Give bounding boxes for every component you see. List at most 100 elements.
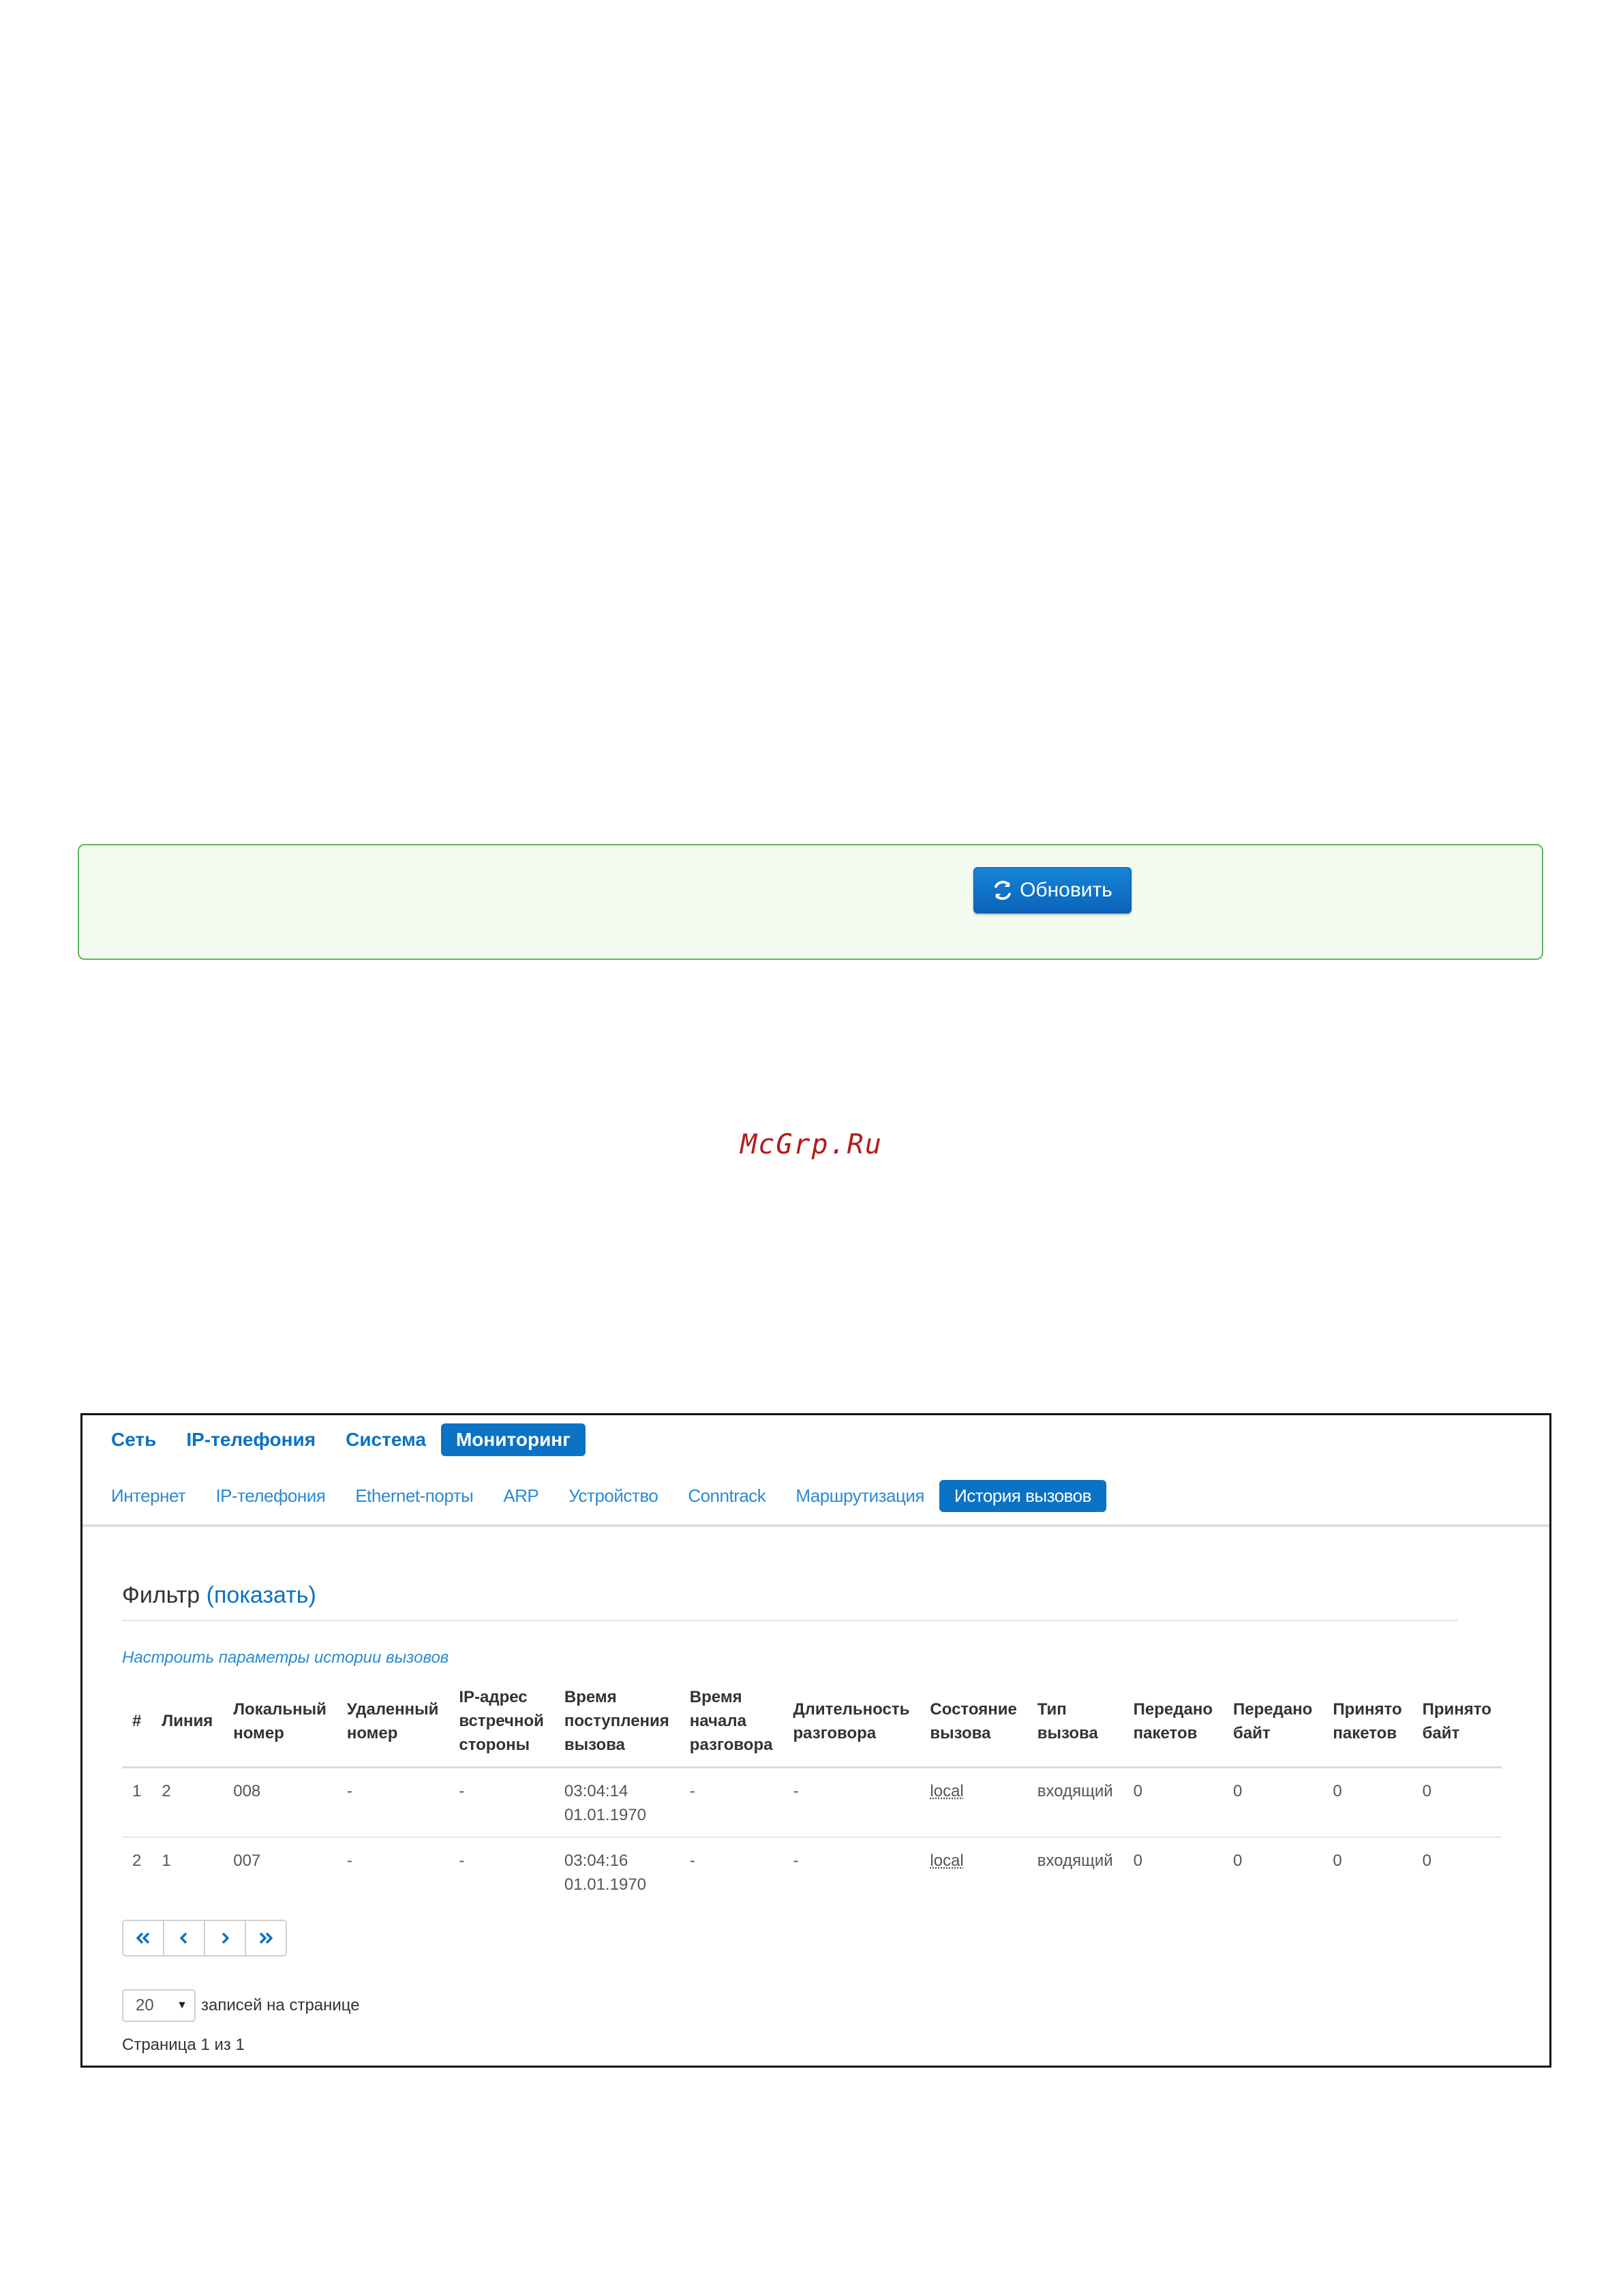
column-header-text: стороны [459, 1736, 530, 1754]
nav-divider [82, 1524, 1549, 1527]
per-page-select[interactable]: 20 ▼ [122, 1989, 196, 2022]
column-header-text: Локальный [233, 1700, 327, 1719]
column-header-text: Удаленный [346, 1700, 439, 1719]
table-cell: - [680, 1837, 783, 1906]
column-header: Длительность разговора [783, 1682, 920, 1768]
table-cell: входящий [1027, 1837, 1123, 1906]
watermark: McGrp.Ru [740, 1129, 883, 1160]
column-header: Время начала разговора [680, 1682, 783, 1768]
cell-text: 2 [132, 1852, 142, 1870]
table-cell: - [449, 1837, 554, 1906]
cell-text: 0 [1422, 1852, 1431, 1870]
column-header-text: пакетов [1333, 1723, 1397, 1742]
pagination [122, 1920, 287, 1957]
column-header-text: Время [689, 1688, 742, 1706]
column-header-text: разговора [793, 1723, 877, 1742]
cell-text: 008 [233, 1782, 261, 1800]
column-header-text: встречной [459, 1712, 544, 1730]
column-header: Передано пакетов [1123, 1682, 1223, 1768]
column-header-text: вызова [1037, 1723, 1098, 1742]
table-cell: 0 [1412, 1837, 1502, 1906]
table-cell: 03:04:16 01.01.1970 [554, 1837, 680, 1906]
table-cell: 2 [122, 1837, 151, 1906]
tab-conntrack[interactable]: Conntrack [673, 1480, 780, 1512]
double-chevron-right-icon [259, 1932, 273, 1944]
column-header: Локальный номер [223, 1682, 337, 1768]
call-history-screenshot: Сеть IP-телефония Система Мониторинг Инт… [80, 1413, 1551, 2068]
nav-main-item-network[interactable]: Сеть [96, 1423, 171, 1456]
column-header-text: байт [1422, 1723, 1460, 1742]
chevron-left-icon [180, 1932, 187, 1944]
tab-routing[interactable]: Маршрутизация [780, 1480, 939, 1512]
cell-text: 01.01.1970 [564, 1875, 646, 1894]
cell-text: 007 [233, 1852, 261, 1870]
cell-text: входящий [1037, 1782, 1113, 1800]
column-header-text: Принято [1333, 1700, 1402, 1719]
prev-page-button[interactable] [164, 1921, 205, 1955]
call-state-link[interactable]: local [930, 1852, 963, 1870]
cell-text: - [793, 1852, 799, 1870]
column-header-text: поступления [564, 1712, 669, 1730]
column-header-text: пакетов [1133, 1723, 1198, 1742]
nav-main-item-ip-telephony[interactable]: IP-телефония [171, 1423, 331, 1456]
column-header-text: # [132, 1712, 142, 1730]
column-header-text: Время [564, 1688, 617, 1706]
cell-text: 03:04:16 [564, 1852, 628, 1870]
tab-arp[interactable]: ARP [488, 1480, 553, 1512]
cell-text: 2 [162, 1782, 171, 1800]
cell-text: 0 [1133, 1782, 1143, 1800]
column-header-text: разговора [689, 1736, 773, 1754]
table-cell: 0 [1322, 1768, 1412, 1838]
column-header: Передано байт [1223, 1682, 1322, 1768]
tab-call-history[interactable]: История вызовов [939, 1479, 1106, 1512]
table-row: 1 2 008 - - 03:04:14 01.01.1970 - - local входящий… [122, 1768, 1502, 1838]
cell-text: - [459, 1852, 465, 1870]
column-header-text: номер [233, 1723, 284, 1742]
column-header-text: Передано [1233, 1700, 1313, 1719]
refresh-button[interactable]: Обновить [973, 867, 1132, 913]
cell-text: входящий [1037, 1852, 1113, 1870]
filter-toggle-link[interactable]: (показать) [207, 1582, 316, 1608]
call-history-settings-link[interactable]: Настроить параметры истории вызовов [122, 1648, 449, 1667]
tab-ip-telephony[interactable]: IP-телефония [200, 1480, 340, 1512]
nav-main-item-monitoring[interactable]: Мониторинг [440, 1423, 586, 1456]
cell-text: - [346, 1782, 352, 1800]
tab-ethernet-ports[interactable]: Ethernet-порты [340, 1480, 488, 1512]
cell-text: 0 [1333, 1782, 1342, 1800]
table-header-row: # Линия Локальный номер Удаленный номер IP-адр… [122, 1682, 1502, 1768]
table-cell: 0 [1223, 1768, 1322, 1838]
column-header: Тип вызова [1027, 1682, 1123, 1768]
table-row: 2 1 007 - - 03:04:16 01.01.1970 - - local входящий… [122, 1837, 1502, 1906]
table-cell: 0 [1412, 1768, 1502, 1838]
cell-text: 1 [132, 1782, 142, 1800]
refresh-icon [995, 881, 1011, 900]
last-page-button[interactable] [246, 1921, 286, 1955]
column-header: Удаленный номер [337, 1682, 449, 1768]
cell-text: - [689, 1782, 695, 1800]
filter-heading: Фильтр (показать) [122, 1582, 316, 1609]
column-header-text: начала [689, 1712, 746, 1730]
table-cell: 1 [151, 1837, 223, 1906]
column-header-text: Длительность [793, 1700, 910, 1719]
call-state-link[interactable]: local [930, 1782, 963, 1800]
column-header: IP-адрес встречной стороны [449, 1682, 554, 1768]
column-header: # [122, 1682, 151, 1768]
page-info: Страница 1 из 1 [122, 2036, 245, 2054]
column-header: Состояние вызова [920, 1682, 1027, 1768]
table-cell: - [449, 1768, 554, 1838]
nav-main-item-system[interactable]: Система [331, 1423, 441, 1456]
cell-text: - [459, 1782, 465, 1800]
column-header-text: байт [1233, 1723, 1271, 1742]
table-cell: - [680, 1768, 783, 1838]
tab-device[interactable]: Устройство [553, 1480, 673, 1512]
column-header-text: номер [346, 1723, 398, 1742]
cell-text: 0 [1233, 1852, 1243, 1870]
tab-internet[interactable]: Интернет [96, 1480, 200, 1512]
next-page-button[interactable] [205, 1921, 246, 1955]
first-page-button[interactable] [123, 1921, 164, 1955]
cell-text: - [689, 1852, 695, 1870]
table-cell: - [337, 1837, 449, 1906]
cell-text: 0 [1133, 1852, 1143, 1870]
column-header-text: вызова [564, 1736, 625, 1754]
table-cell: - [783, 1837, 920, 1906]
